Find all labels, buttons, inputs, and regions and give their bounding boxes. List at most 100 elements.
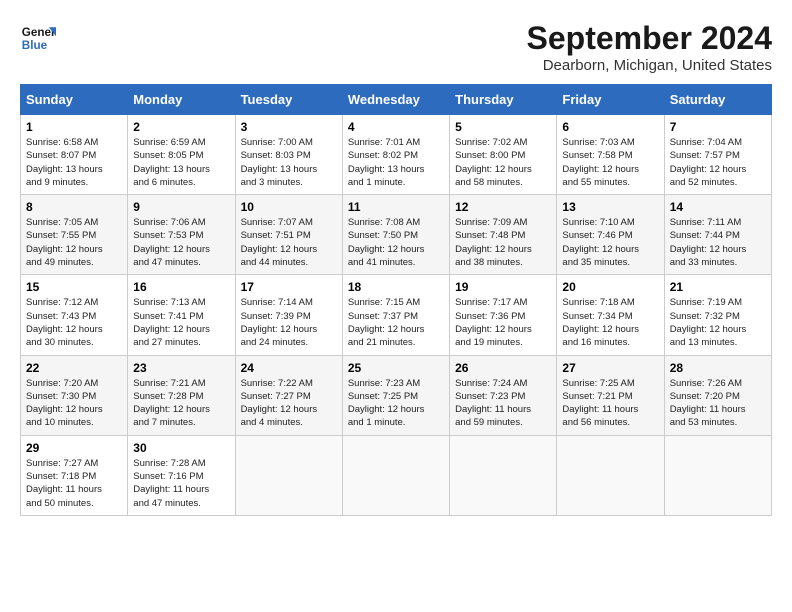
calendar-header-row: SundayMondayTuesdayWednesdayThursdayFrid… bbox=[21, 85, 772, 115]
day-number: 13 bbox=[562, 200, 658, 214]
day-info: Sunrise: 7:15 AM Sunset: 7:37 PM Dayligh… bbox=[348, 296, 444, 349]
day-info: Sunrise: 7:14 AM Sunset: 7:39 PM Dayligh… bbox=[241, 296, 337, 349]
calendar-cell: 3 Sunrise: 7:00 AM Sunset: 8:03 PM Daylig… bbox=[235, 115, 342, 195]
day-number: 11 bbox=[348, 200, 444, 214]
column-header-friday: Friday bbox=[557, 85, 664, 115]
day-info: Sunrise: 7:00 AM Sunset: 8:03 PM Dayligh… bbox=[241, 136, 337, 189]
day-info: Sunrise: 7:08 AM Sunset: 7:50 PM Dayligh… bbox=[348, 216, 444, 269]
calendar-cell bbox=[450, 435, 557, 515]
calendar-cell: 8 Sunrise: 7:05 AM Sunset: 7:55 PM Daylig… bbox=[21, 195, 128, 275]
day-number: 20 bbox=[562, 280, 658, 294]
day-number: 15 bbox=[26, 280, 122, 294]
day-info: Sunrise: 7:02 AM Sunset: 8:00 PM Dayligh… bbox=[455, 136, 551, 189]
day-number: 7 bbox=[670, 120, 766, 134]
day-number: 6 bbox=[562, 120, 658, 134]
day-info: Sunrise: 6:58 AM Sunset: 8:07 PM Dayligh… bbox=[26, 136, 122, 189]
day-number: 22 bbox=[26, 361, 122, 375]
calendar-subtitle: Dearborn, Michigan, United States bbox=[527, 57, 772, 74]
calendar-cell: 29 Sunrise: 7:27 AM Sunset: 7:18 PM Dayli… bbox=[21, 435, 128, 515]
calendar-week-row: 1 Sunrise: 6:58 AM Sunset: 8:07 PM Daylig… bbox=[21, 115, 772, 195]
day-number: 18 bbox=[348, 280, 444, 294]
day-info: Sunrise: 7:09 AM Sunset: 7:48 PM Dayligh… bbox=[455, 216, 551, 269]
day-info: Sunrise: 7:24 AM Sunset: 7:23 PM Dayligh… bbox=[455, 377, 551, 430]
day-info: Sunrise: 7:07 AM Sunset: 7:51 PM Dayligh… bbox=[241, 216, 337, 269]
day-info: Sunrise: 7:06 AM Sunset: 7:53 PM Dayligh… bbox=[133, 216, 229, 269]
day-info: Sunrise: 7:04 AM Sunset: 7:57 PM Dayligh… bbox=[670, 136, 766, 189]
day-number: 1 bbox=[26, 120, 122, 134]
day-number: 14 bbox=[670, 200, 766, 214]
day-info: Sunrise: 7:21 AM Sunset: 7:28 PM Dayligh… bbox=[133, 377, 229, 430]
calendar-cell: 22 Sunrise: 7:20 AM Sunset: 7:30 PM Dayli… bbox=[21, 355, 128, 435]
day-info: Sunrise: 7:10 AM Sunset: 7:46 PM Dayligh… bbox=[562, 216, 658, 269]
day-info: Sunrise: 7:23 AM Sunset: 7:25 PM Dayligh… bbox=[348, 377, 444, 430]
calendar-week-row: 15 Sunrise: 7:12 AM Sunset: 7:43 PM Dayli… bbox=[21, 275, 772, 355]
day-number: 12 bbox=[455, 200, 551, 214]
calendar-cell: 14 Sunrise: 7:11 AM Sunset: 7:44 PM Dayli… bbox=[664, 195, 771, 275]
day-info: Sunrise: 7:20 AM Sunset: 7:30 PM Dayligh… bbox=[26, 377, 122, 430]
calendar-week-row: 8 Sunrise: 7:05 AM Sunset: 7:55 PM Daylig… bbox=[21, 195, 772, 275]
day-number: 16 bbox=[133, 280, 229, 294]
calendar-cell: 26 Sunrise: 7:24 AM Sunset: 7:23 PM Dayli… bbox=[450, 355, 557, 435]
calendar-week-row: 22 Sunrise: 7:20 AM Sunset: 7:30 PM Dayli… bbox=[21, 355, 772, 435]
calendar-cell: 9 Sunrise: 7:06 AM Sunset: 7:53 PM Daylig… bbox=[128, 195, 235, 275]
calendar-cell: 11 Sunrise: 7:08 AM Sunset: 7:50 PM Dayli… bbox=[342, 195, 449, 275]
day-info: Sunrise: 7:01 AM Sunset: 8:02 PM Dayligh… bbox=[348, 136, 444, 189]
column-header-monday: Monday bbox=[128, 85, 235, 115]
calendar-cell: 18 Sunrise: 7:15 AM Sunset: 7:37 PM Dayli… bbox=[342, 275, 449, 355]
column-header-sunday: Sunday bbox=[21, 85, 128, 115]
day-number: 3 bbox=[241, 120, 337, 134]
calendar-cell: 23Sunrise: 7:21 AM Sunset: 7:28 PM Dayli… bbox=[128, 355, 235, 435]
day-number: 4 bbox=[348, 120, 444, 134]
day-number: 9 bbox=[133, 200, 229, 214]
calendar-cell: 27Sunrise: 7:25 AM Sunset: 7:21 PM Dayli… bbox=[557, 355, 664, 435]
day-info: Sunrise: 7:03 AM Sunset: 7:58 PM Dayligh… bbox=[562, 136, 658, 189]
calendar-cell bbox=[664, 435, 771, 515]
day-number: 19 bbox=[455, 280, 551, 294]
day-info: Sunrise: 7:27 AM Sunset: 7:18 PM Dayligh… bbox=[26, 457, 122, 510]
day-number: 5 bbox=[455, 120, 551, 134]
day-info: Sunrise: 7:12 AM Sunset: 7:43 PM Dayligh… bbox=[26, 296, 122, 349]
day-number: 24 bbox=[241, 361, 337, 375]
calendar-cell: 19Sunrise: 7:17 AM Sunset: 7:36 PM Dayli… bbox=[450, 275, 557, 355]
day-number: 25 bbox=[348, 361, 444, 375]
column-header-saturday: Saturday bbox=[664, 85, 771, 115]
calendar-cell: 25 Sunrise: 7:23 AM Sunset: 7:25 PM Dayli… bbox=[342, 355, 449, 435]
calendar-cell: 5 Sunrise: 7:02 AM Sunset: 8:00 PM Daylig… bbox=[450, 115, 557, 195]
column-header-thursday: Thursday bbox=[450, 85, 557, 115]
calendar-cell: 4 Sunrise: 7:01 AM Sunset: 8:02 PM Daylig… bbox=[342, 115, 449, 195]
page-header: General Blue September 2024 Dearborn, Mi… bbox=[20, 20, 772, 74]
calendar-cell: 6 Sunrise: 7:03 AM Sunset: 7:58 PM Daylig… bbox=[557, 115, 664, 195]
calendar-cell: 30 Sunrise: 7:28 AM Sunset: 7:16 PM Dayli… bbox=[128, 435, 235, 515]
day-number: 8 bbox=[26, 200, 122, 214]
calendar-cell bbox=[235, 435, 342, 515]
calendar-cell: 12 Sunrise: 7:09 AM Sunset: 7:48 PM Dayli… bbox=[450, 195, 557, 275]
day-number: 28 bbox=[670, 361, 766, 375]
day-info: Sunrise: 7:13 AM Sunset: 7:41 PM Dayligh… bbox=[133, 296, 229, 349]
day-info: Sunrise: 7:11 AM Sunset: 7:44 PM Dayligh… bbox=[670, 216, 766, 269]
calendar-cell: 1 Sunrise: 6:58 AM Sunset: 8:07 PM Daylig… bbox=[21, 115, 128, 195]
calendar-cell bbox=[557, 435, 664, 515]
calendar-cell: 24 Sunrise: 7:22 AM Sunset: 7:27 PM Dayli… bbox=[235, 355, 342, 435]
column-header-wednesday: Wednesday bbox=[342, 85, 449, 115]
day-info: Sunrise: 7:22 AM Sunset: 7:27 PM Dayligh… bbox=[241, 377, 337, 430]
day-number: 29 bbox=[26, 441, 122, 455]
calendar-week-row: 29 Sunrise: 7:27 AM Sunset: 7:18 PM Dayli… bbox=[21, 435, 772, 515]
calendar-cell: 7 Sunrise: 7:04 AM Sunset: 7:57 PM Daylig… bbox=[664, 115, 771, 195]
day-number: 21 bbox=[670, 280, 766, 294]
day-number: 17 bbox=[241, 280, 337, 294]
calendar-cell: 2Sunrise: 6:59 AM Sunset: 8:05 PM Daylig… bbox=[128, 115, 235, 195]
day-number: 26 bbox=[455, 361, 551, 375]
day-info: Sunrise: 6:59 AM Sunset: 8:05 PM Dayligh… bbox=[133, 136, 229, 189]
calendar-cell: 20Sunrise: 7:18 AM Sunset: 7:34 PM Dayli… bbox=[557, 275, 664, 355]
day-info: Sunrise: 7:05 AM Sunset: 7:55 PM Dayligh… bbox=[26, 216, 122, 269]
logo-icon: General Blue bbox=[20, 20, 56, 56]
calendar-cell: 28Sunrise: 7:26 AM Sunset: 7:20 PM Dayli… bbox=[664, 355, 771, 435]
calendar-cell: 10Sunrise: 7:07 AM Sunset: 7:51 PM Dayli… bbox=[235, 195, 342, 275]
logo: General Blue bbox=[20, 20, 56, 56]
calendar-cell: 17 Sunrise: 7:14 AM Sunset: 7:39 PM Dayli… bbox=[235, 275, 342, 355]
title-area: September 2024 Dearborn, Michigan, Unite… bbox=[527, 20, 772, 74]
day-number: 30 bbox=[133, 441, 229, 455]
calendar-cell bbox=[342, 435, 449, 515]
day-info: Sunrise: 7:25 AM Sunset: 7:21 PM Dayligh… bbox=[562, 377, 658, 430]
day-info: Sunrise: 7:28 AM Sunset: 7:16 PM Dayligh… bbox=[133, 457, 229, 510]
